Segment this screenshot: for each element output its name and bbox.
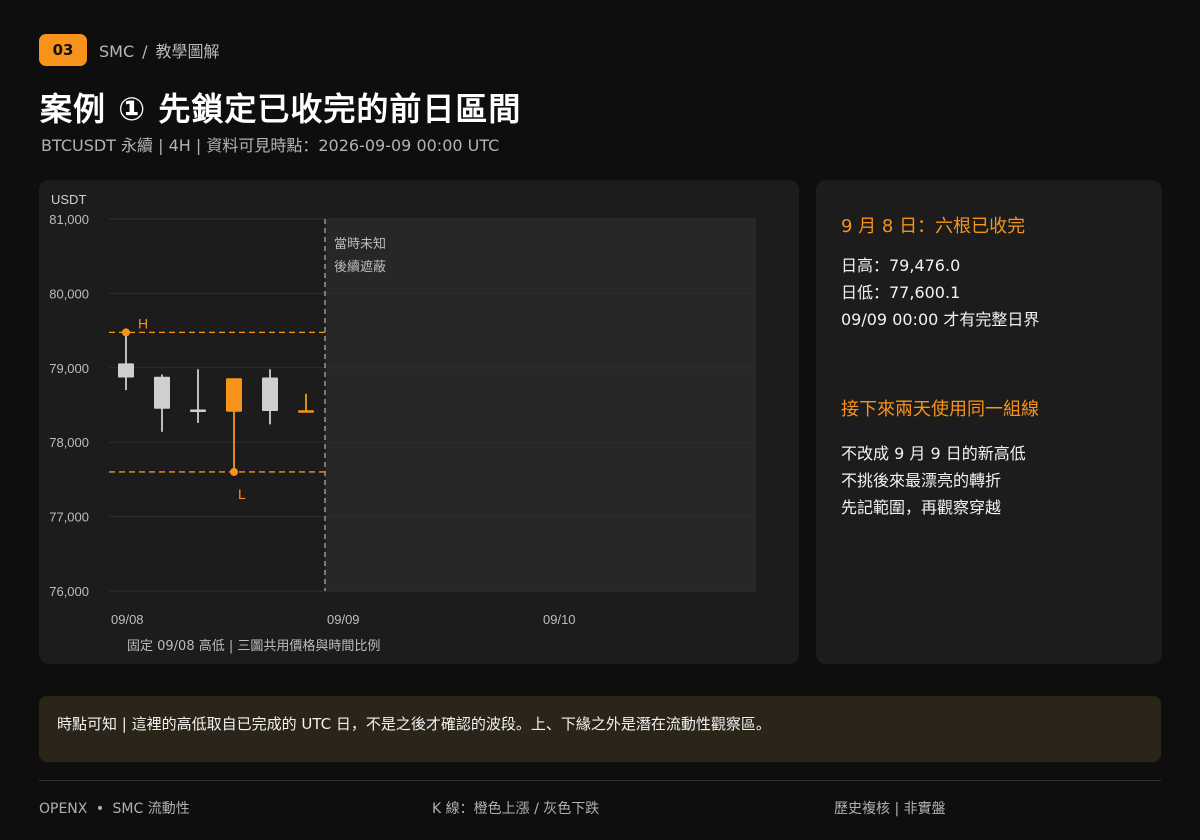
footer-brand: OPENX • SMC 流動性: [39, 798, 190, 818]
day-low-marker: [230, 467, 238, 476]
side-rules: 不改成 9 月 9 日的新高低 不挑後來最漂亮的轉折 先記範圍，再觀察穿越: [841, 440, 1026, 521]
breadcrumb-page: 教學圖解: [155, 42, 220, 61]
breadcrumb-text: SMC / 教學圖解: [99, 38, 220, 62]
candle-body: [118, 363, 134, 378]
candle-body: [190, 409, 206, 412]
step-badge: 03: [39, 34, 87, 66]
brand-dot: •: [95, 801, 105, 817]
footer-disclaimer: 歷史複核 | 非實盤: [834, 801, 946, 817]
page-title: 案例 ① 先鎖定已收完的前日區間: [40, 90, 522, 128]
y-tick-label: 76,000: [49, 584, 89, 599]
chart-card: 81,000 80,000 79,000 78,000 77,000 76,000 USDT…: [39, 180, 799, 664]
x-tick-label: 09/08: [111, 612, 144, 627]
candlestick-chart: 81,000 80,000 79,000 78,000 77,000 76,000 USDT…: [49, 192, 756, 654]
breadcrumb-separator: /: [142, 42, 148, 61]
y-tick-label: 79,000: [49, 361, 89, 376]
chart-caption: 固定 09/08 高低 | 三圖共用價格與時間比例: [127, 638, 380, 654]
y-axis-unit: USDT: [51, 192, 86, 207]
footer-legend: K 線：橙色上漲 / 灰色下跌: [432, 801, 600, 817]
brand-suffix: SMC 流動性: [112, 801, 190, 817]
footer-divider: [39, 780, 1161, 781]
page-subtitle: BTCUSDT 永續 | 4H | 資料可見時點：2026-09-09 00:0…: [41, 136, 500, 155]
y-tick-label: 81,000: [49, 212, 89, 227]
side-heading-day-summary: 9 月 8 日：六根已收完: [841, 216, 1026, 237]
y-tick-label: 80,000: [49, 286, 89, 301]
x-tick-label: 09/09: [327, 612, 360, 627]
masked-future-region: [325, 219, 756, 591]
masked-region-label: 當時未知: [334, 236, 386, 252]
day-high-marker: [122, 328, 130, 337]
y-tick-label: 77,000: [49, 510, 89, 525]
breadcrumb: 03 SMC / 教學圖解: [39, 34, 220, 66]
note-box: 時點可知 | 這裡的高低取自已完成的 UTC 日，不是之後才確認的波段。上、下緣…: [39, 696, 1161, 762]
masked-region-label: 後續遮蔽: [334, 259, 386, 275]
day-high-label: H: [138, 315, 148, 331]
side-line: 先記範圍，再觀察穿越: [841, 498, 1002, 517]
breadcrumb-section[interactable]: SMC: [99, 42, 134, 61]
y-tick-label: 78,000: [49, 435, 89, 450]
side-line: 不挑後來最漂亮的轉折: [841, 471, 1002, 490]
brand-name: OPENX: [39, 801, 88, 817]
side-line: 09/09 00:00 才有完整日界: [841, 310, 1040, 329]
candle-body: [298, 410, 314, 413]
day-low-label: L: [238, 486, 246, 502]
side-line: 日高：79,476.0: [841, 256, 961, 275]
side-line: 日低：77,600.1: [841, 283, 961, 302]
candle-body: [262, 377, 278, 411]
side-line: 不改成 9 月 9 日的新高低: [841, 444, 1026, 463]
x-tick-label: 09/10: [543, 612, 576, 627]
candle-body: [226, 378, 242, 412]
candle-body: [154, 376, 170, 409]
side-panel: 9 月 8 日：六根已收完 日高：79,476.0 日低：77,600.1 09…: [816, 180, 1162, 664]
side-day-values: 日高：79,476.0 日低：77,600.1 09/09 00:00 才有完整…: [841, 252, 1039, 333]
side-heading-same-lines: 接下來兩天使用同一組線: [841, 399, 1039, 420]
